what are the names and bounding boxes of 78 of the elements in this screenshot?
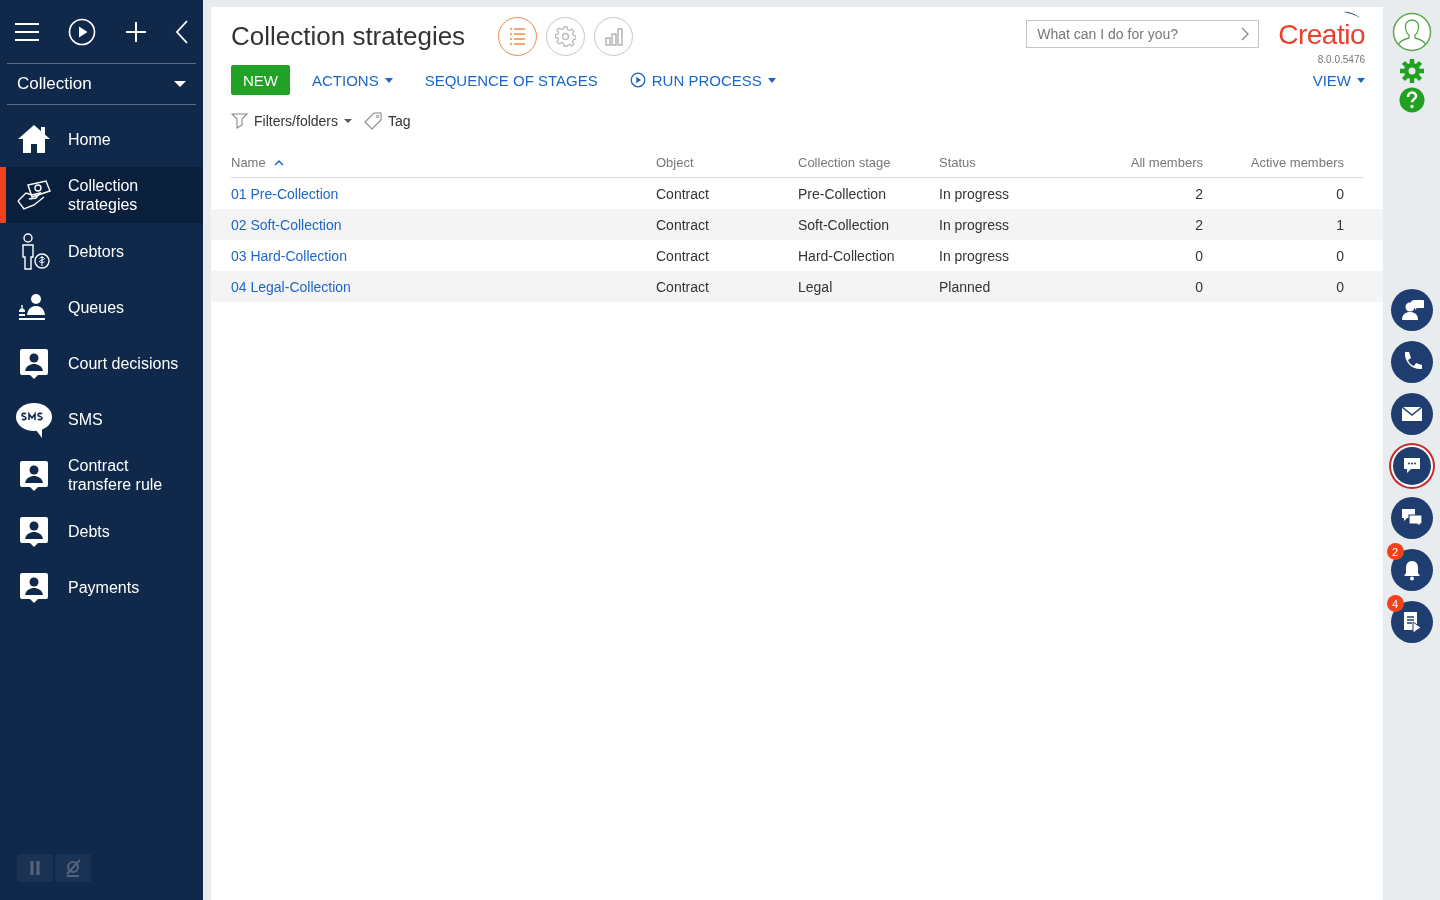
column-header[interactable]: Name xyxy=(231,154,656,170)
play-icon[interactable] xyxy=(68,17,97,46)
logo: Creatio xyxy=(1278,19,1365,51)
column-header[interactable]: Collection stage xyxy=(798,154,939,170)
record-link[interactable]: 03 Hard-Collection xyxy=(231,247,347,264)
sidebar-item[interactable]: Contract transfere rule xyxy=(0,447,203,503)
tag-icon xyxy=(364,112,383,130)
sidebar-item[interactable]: Collection strategies xyxy=(0,167,203,223)
table-cell-text: 0 xyxy=(1335,278,1344,295)
table-cell-text: Legal xyxy=(798,278,834,295)
record-link[interactable]: 02 Soft-Collection xyxy=(231,216,342,233)
document-arrow-button[interactable] xyxy=(1390,601,1433,643)
table-cell-text: 0 xyxy=(1194,278,1203,295)
help-icon[interactable] xyxy=(1398,87,1425,113)
sidebar-item[interactable]: Payments xyxy=(0,559,203,615)
column-header[interactable]: All members xyxy=(1063,154,1203,170)
person-speech-button[interactable] xyxy=(1390,289,1433,331)
bar-chart-icon xyxy=(603,26,625,47)
sidebar-item[interactable]: Debtors xyxy=(0,223,203,279)
search-field[interactable]: What can I do for you? xyxy=(1026,20,1260,48)
sidebar-item[interactable]: Court decisions xyxy=(0,335,203,391)
table-cell-text: In progress xyxy=(939,216,1011,233)
column-header[interactable]: Status xyxy=(939,154,1063,170)
table-cell-text: Planned xyxy=(939,278,992,295)
run-process-button[interactable]: RUN PROCESS xyxy=(629,71,776,89)
new-button[interactable]: NEW xyxy=(231,65,290,95)
view-button[interactable]: VIEW xyxy=(1312,71,1365,89)
sidebar-item[interactable]: Home xyxy=(0,111,203,167)
table-cell-text: Hard-Collection xyxy=(798,247,896,264)
plus-icon[interactable] xyxy=(124,20,147,43)
profile-icon[interactable] xyxy=(1391,12,1432,52)
person-speech-icon xyxy=(1399,298,1424,322)
tag-button[interactable]: Tag xyxy=(364,112,411,130)
module-dropdown[interactable]: Collection xyxy=(7,63,196,105)
table-cell-text: 0 xyxy=(1335,247,1344,264)
page-title: Collection strategies xyxy=(231,21,466,52)
filters-folders-button[interactable]: Filters/folders xyxy=(231,113,353,129)
settings-icon xyxy=(555,26,577,47)
table-cell-text: In progress xyxy=(939,247,1011,264)
table-cell-text: Soft-Collection xyxy=(798,216,891,233)
table-cell-text: 2 xyxy=(1194,185,1203,202)
record-link[interactable]: 01 Pre-Collection xyxy=(231,185,339,202)
play-icon xyxy=(629,72,646,88)
table-cell-text: Contract xyxy=(656,185,710,202)
column-header[interactable]: Object xyxy=(656,154,798,170)
record-link[interactable]: 04 Legal-Collection xyxy=(231,278,351,295)
sidebar-item[interactable]: Queues xyxy=(0,279,203,335)
module-name: Collection xyxy=(17,74,92,94)
table-cell-text: Contract xyxy=(656,278,710,295)
caret-icon xyxy=(174,81,186,87)
chevron-right-icon[interactable] xyxy=(1241,27,1250,41)
bell-button[interactable] xyxy=(1390,549,1433,591)
table-cell-text: 0 xyxy=(1335,185,1344,202)
sidebar-item[interactable]: SMS xyxy=(0,391,203,447)
table-cell-text: Pre-Collection xyxy=(798,185,887,202)
column-header[interactable]: Active members xyxy=(1203,154,1344,170)
version-text: 8.0.0.5476 xyxy=(1317,54,1365,65)
table-cell-text: 2 xyxy=(1194,216,1203,233)
filter-icon xyxy=(231,113,248,129)
table-cell-text: Contract xyxy=(656,216,710,233)
table-cell-text: In progress xyxy=(939,185,1011,202)
table-cell-text: 0 xyxy=(1194,247,1203,264)
table-cell-text: Contract xyxy=(656,247,710,264)
menu-icon[interactable] xyxy=(14,21,40,42)
collapse-icon[interactable] xyxy=(175,19,189,44)
actions-button[interactable]: ACTIONS xyxy=(312,71,393,89)
table-cell-text: 1 xyxy=(1335,216,1344,233)
sort-ascending-icon xyxy=(273,158,284,166)
chat-bubble-button[interactable] xyxy=(1392,447,1431,485)
pause-icon xyxy=(30,861,40,875)
sequence-of-stages-button[interactable]: SEQUENCE OF STAGES xyxy=(424,71,598,89)
two-bubbles-button[interactable] xyxy=(1390,497,1433,539)
count-badge: 4 xyxy=(1386,595,1404,612)
settings-icon[interactable] xyxy=(1398,58,1425,84)
phone-button[interactable] xyxy=(1390,341,1433,383)
email-button[interactable] xyxy=(1390,393,1433,435)
count-badge: 2 xyxy=(1386,543,1404,560)
sidebar-item[interactable]: Debts xyxy=(0,503,203,559)
